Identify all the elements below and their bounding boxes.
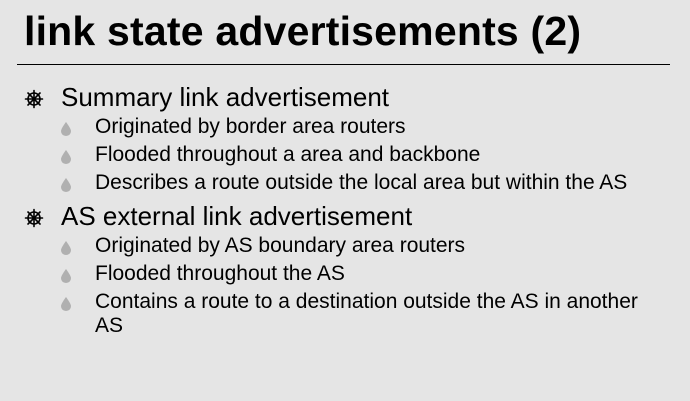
slide: link state advertisements (2) Summary li… (0, 0, 690, 401)
bullet-level2: Originated by border area routers (24, 115, 655, 139)
drop-bullet-icon (61, 122, 71, 136)
slide-title: link state advertisements (2) (24, 8, 582, 54)
drop-bullet-icon (61, 150, 71, 164)
bullet-level2: Contains a route to a destination outsid… (24, 290, 655, 338)
wheel-bullet-icon (24, 208, 44, 228)
drop-bullet-icon (61, 178, 71, 192)
bullet-group-external: AS external link advertisement Originate… (24, 201, 664, 338)
title-divider (17, 64, 670, 65)
bullet-level2: Flooded throughout the AS (24, 262, 655, 286)
bullet-level2-text: Flooded throughout the AS (95, 262, 345, 285)
drop-bullet-icon (61, 297, 71, 311)
bullet-level1-text: AS external link advertisement (61, 201, 413, 231)
bullet-level2-text: Describes a route outside the local area… (95, 171, 628, 194)
bullet-level1: Summary link advertisement (24, 82, 664, 112)
bullet-level2: Flooded throughout a area and backbone (24, 143, 655, 167)
bullet-level2-text: Originated by AS boundary area routers (95, 234, 466, 257)
bullet-level2: Originated by AS boundary area routers (24, 234, 655, 258)
bullet-group-summary: Summary link advertisement Originated by… (24, 82, 664, 195)
drop-bullet-icon (61, 241, 71, 255)
bullet-level2: Describes a route outside the local area… (24, 171, 655, 195)
bullet-level2-text: Contains a route to a destination outsid… (95, 290, 638, 337)
slide-content: Summary link advertisement Originated by… (24, 82, 664, 338)
drop-bullet-icon (61, 269, 71, 283)
bullet-level1: AS external link advertisement (24, 201, 664, 231)
bullet-level2-text: Originated by border area routers (95, 115, 406, 138)
wheel-bullet-icon (24, 89, 44, 109)
bullet-level2-text: Flooded throughout a area and backbone (95, 143, 481, 166)
bullet-level1-text: Summary link advertisement (61, 82, 389, 112)
